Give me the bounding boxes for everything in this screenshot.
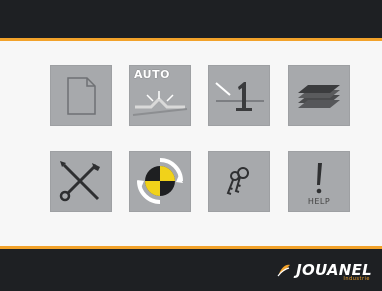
jouanel-logo-icon [277,264,291,277]
new-file-button[interactable] [50,65,112,126]
single-step-button[interactable] [208,65,270,126]
auto-bend-icon [132,91,188,116]
tools-button[interactable] [50,151,112,212]
layers-icon [298,85,340,108]
top-bar [0,0,382,38]
auto-button[interactable]: AUTO [129,65,191,126]
number-one-icon [215,82,264,111]
keys-icon [226,167,249,195]
help-button[interactable]: HELP [288,151,350,212]
calibration-button[interactable] [129,151,191,212]
document-icon [67,76,96,115]
bottom-bar: JOUANEL [0,249,382,291]
wrench-screwdriver-icon [59,161,100,202]
target-rotate-icon [137,158,183,204]
help-label: HELP [307,197,331,206]
main-panel: AUTO HELP [0,41,382,246]
brand-tagline: Industrie [343,276,370,282]
layers-button[interactable] [288,65,350,126]
keys-button[interactable] [208,151,270,212]
